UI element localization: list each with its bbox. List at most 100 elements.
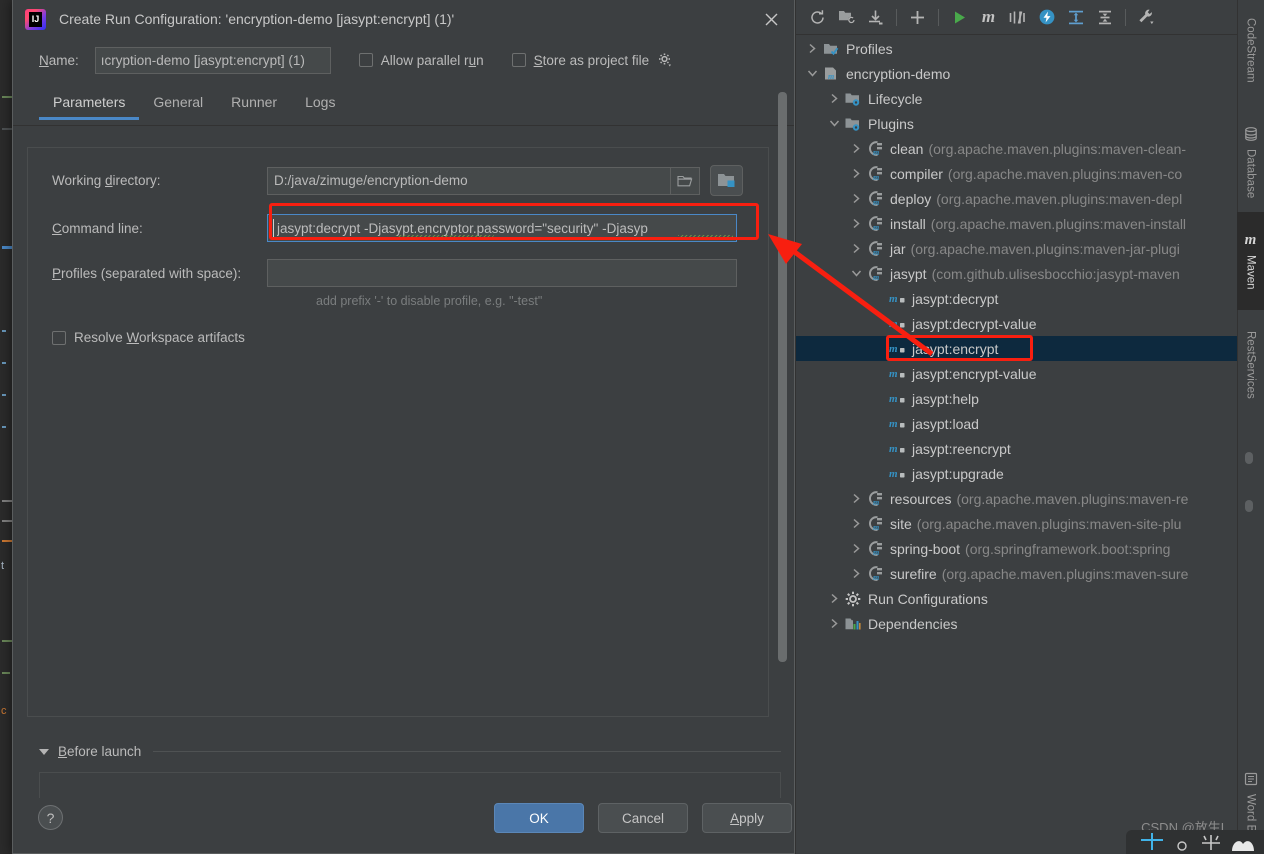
- reload-project-icon[interactable]: [833, 4, 860, 31]
- download-sources-icon[interactable]: [862, 4, 889, 31]
- maven-project-icon: m: [821, 66, 841, 81]
- tree-row[interactable]: Profiles: [796, 36, 1237, 61]
- gear-icon[interactable]: [657, 52, 673, 68]
- chevron-right-icon[interactable]: [826, 618, 843, 629]
- chevron-right-icon[interactable]: [848, 243, 865, 254]
- resolve-workspace-artifacts-checkbox[interactable]: Resolve Workspace artifacts: [52, 330, 245, 345]
- tree-row[interactable]: m site (org.apache.maven.plugins:maven-sit…: [796, 511, 1237, 536]
- toolbar-separator: [938, 8, 939, 26]
- taskbar-circle-icon[interactable]: [1174, 836, 1190, 852]
- maven-project-tree[interactable]: Profiles m encryption-demo Lifecycle Plugins…: [796, 36, 1237, 854]
- tool-button-database[interactable]: Database: [1237, 110, 1264, 215]
- tool-button-maven[interactable]: m Maven: [1237, 212, 1264, 310]
- tree-row[interactable]: m clean (org.apache.maven.plugins:maven-cl…: [796, 136, 1237, 161]
- question-mark-icon[interactable]: ?: [38, 805, 63, 830]
- taskbar-cloud-icon[interactable]: [1230, 836, 1256, 852]
- taskbar-app-icon[interactable]: [1138, 832, 1166, 852]
- tree-row[interactable]: m jasypt:reencrypt: [796, 436, 1237, 461]
- chevron-down-icon[interactable]: [804, 69, 821, 78]
- taskbar-chinese-icon[interactable]: [1200, 834, 1222, 852]
- chevron-right-icon[interactable]: [804, 43, 821, 54]
- toggle-offline-mode-icon[interactable]: [1033, 4, 1060, 31]
- chevron-right-icon[interactable]: [848, 518, 865, 529]
- maven-toolbar: m: [796, 0, 1237, 35]
- tree-row[interactable]: m encryption-demo: [796, 61, 1237, 86]
- tree-row[interactable]: m jasypt:decrypt: [796, 286, 1237, 311]
- svg-text:m: m: [873, 548, 879, 556]
- tab-logs[interactable]: Logs: [291, 88, 349, 119]
- tree-row[interactable]: m jasypt:decrypt-value: [796, 311, 1237, 336]
- tree-row-coordinates: (org.apache.maven.plugins:maven-clean-: [928, 140, 1187, 157]
- tree-row[interactable]: m jasypt:load: [796, 411, 1237, 436]
- section-divider: [153, 751, 781, 752]
- command-line-value: jasypt:decrypt -Djasypt.encryptor.passwo…: [277, 220, 648, 236]
- working-directory-input[interactable]: [267, 166, 671, 195]
- tree-row[interactable]: m jar (org.apache.maven.plugins:maven-jar-…: [796, 236, 1237, 261]
- show-dependencies-icon[interactable]: [1062, 4, 1089, 31]
- tool-button-restservices[interactable]: RestServices: [1237, 314, 1264, 416]
- chevron-down-icon[interactable]: [826, 119, 843, 128]
- tree-row-coordinates: (com.github.ulisesbocchio:jasypt-maven: [931, 265, 1180, 282]
- close-icon[interactable]: [758, 6, 784, 32]
- chevron-right-icon[interactable]: [848, 168, 865, 179]
- tree-row[interactable]: m install (org.apache.maven.plugins:maven-…: [796, 211, 1237, 236]
- resolve-workspace-row: Resolve Workspace artifacts: [28, 330, 768, 345]
- folder-module-icon[interactable]: [710, 165, 743, 196]
- tree-row[interactable]: m jasypt:upgrade: [796, 461, 1237, 486]
- apply-button[interactable]: Apply: [702, 803, 792, 833]
- maven-goal-icon: m: [887, 341, 907, 356]
- tree-row[interactable]: m spring-boot (org.springframework.boot:sp…: [796, 536, 1237, 561]
- plugin-icon: m: [865, 266, 885, 281]
- maven-settings-icon[interactable]: [1133, 4, 1160, 31]
- profiles-input[interactable]: [267, 259, 737, 287]
- dialog-footer: ? OK Cancel Apply: [13, 793, 796, 853]
- chevron-down-icon[interactable]: [848, 269, 865, 278]
- tree-row[interactable]: m surefire (org.apache.maven.plugins:maven…: [796, 561, 1237, 586]
- dialog-scrollbar[interactable]: [778, 92, 787, 662]
- store-as-project-file-checkbox[interactable]: Store as project file: [511, 53, 649, 68]
- folder-open-icon[interactable]: [670, 166, 700, 195]
- chevron-right-icon[interactable]: [848, 143, 865, 154]
- tree-row[interactable]: m jasypt (com.github.ulisesbocchio:jasypt-…: [796, 261, 1237, 286]
- cancel-button[interactable]: Cancel: [598, 803, 688, 833]
- chevron-right-icon[interactable]: [848, 543, 865, 554]
- tree-row-coordinates: (org.apache.maven.plugins:maven-sure: [941, 565, 1189, 582]
- plugin-icon: m: [865, 541, 885, 556]
- tool-button-codestream[interactable]: CodeStream: [1237, 4, 1264, 96]
- chevron-right-icon[interactable]: [826, 593, 843, 604]
- svg-text:m: m: [873, 498, 879, 506]
- tree-row[interactable]: m jasypt:encrypt-value: [796, 361, 1237, 386]
- chevron-right-icon[interactable]: [848, 193, 865, 204]
- tab-general[interactable]: General: [139, 88, 217, 119]
- tab-parameters[interactable]: Parameters: [39, 88, 140, 120]
- chevron-right-icon[interactable]: [848, 218, 865, 229]
- command-line-input[interactable]: jasypt:decrypt -Djasypt.encryptor.passwo…: [267, 214, 737, 242]
- execute-maven-goal-icon[interactable]: m: [975, 4, 1002, 31]
- maven-goal-icon: m: [887, 316, 907, 331]
- name-input[interactable]: [94, 46, 331, 74]
- tree-row[interactable]: Plugins: [796, 111, 1237, 136]
- tree-row[interactable]: m deploy (org.apache.maven.plugins:maven-d…: [796, 186, 1237, 211]
- tree-row[interactable]: Dependencies: [796, 611, 1237, 636]
- run-maven-goal-icon[interactable]: [946, 4, 973, 31]
- tab-runner[interactable]: Runner: [217, 88, 291, 119]
- tree-row[interactable]: m resources (org.apache.maven.plugins:mave…: [796, 486, 1237, 511]
- checkbox-box: [52, 330, 66, 345]
- chevron-right-icon[interactable]: [826, 93, 843, 104]
- tree-row-label: jasypt: [890, 265, 927, 282]
- toggle-skip-tests-icon[interactable]: [1004, 4, 1031, 31]
- tree-row[interactable]: m jasypt:encrypt: [796, 336, 1237, 361]
- allow-parallel-run-checkbox[interactable]: Allow parallel run: [358, 53, 484, 68]
- collapse-all-icon[interactable]: [1091, 4, 1118, 31]
- chevron-right-icon[interactable]: [848, 493, 865, 504]
- tree-row[interactable]: m compiler (org.apache.maven.plugins:maven…: [796, 161, 1237, 186]
- reload-all-maven-projects-icon[interactable]: [804, 4, 831, 31]
- chevron-right-icon[interactable]: [848, 568, 865, 579]
- tree-row[interactable]: m jasypt:help: [796, 386, 1237, 411]
- chevron-down-icon[interactable]: [39, 748, 49, 755]
- tool-button-label: Word B: [1244, 793, 1257, 833]
- add-maven-project-icon[interactable]: [904, 4, 931, 31]
- tree-row[interactable]: Lifecycle: [796, 86, 1237, 111]
- tree-row[interactable]: Run Configurations: [796, 586, 1237, 611]
- ok-button[interactable]: OK: [494, 803, 584, 833]
